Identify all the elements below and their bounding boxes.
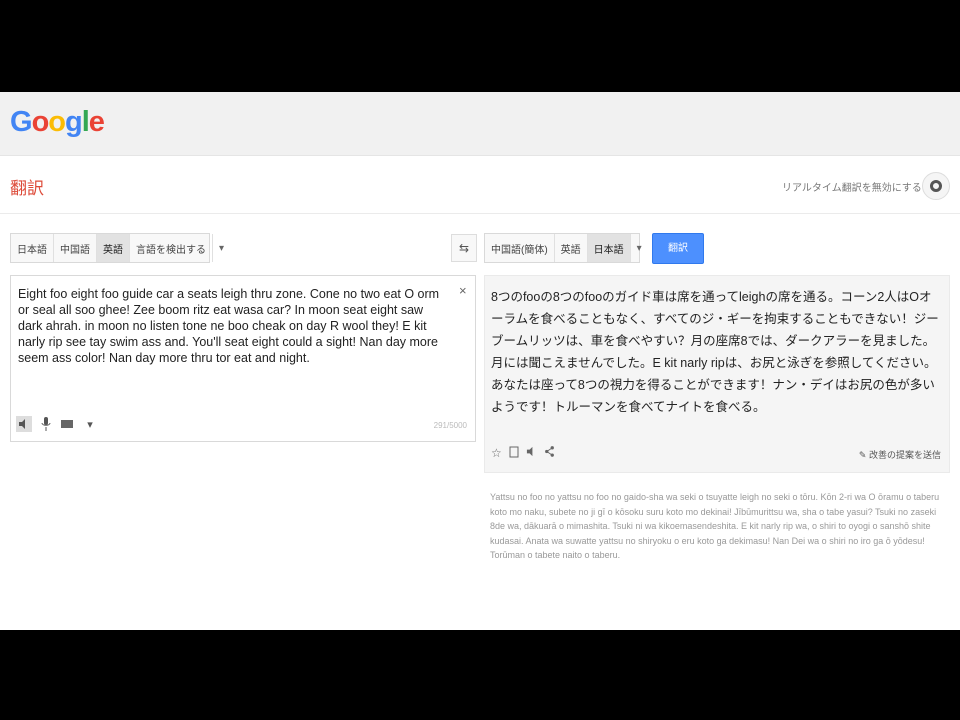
character-count: 291/5000: [433, 421, 467, 430]
translation-tools: ☆: [491, 446, 555, 461]
clear-text-icon[interactable]: ×: [459, 283, 467, 298]
google-logo[interactable]: Google: [10, 106, 105, 139]
logo-letter: o: [48, 106, 66, 138]
star-icon[interactable]: ☆: [491, 446, 502, 461]
pencil-icon: ✎: [858, 450, 867, 460]
suggest-edit-link[interactable]: ✎ 改善の提案を送信: [859, 448, 941, 461]
translate-button[interactable]: 翻訳: [652, 233, 704, 264]
listen-icon[interactable]: [526, 446, 537, 461]
target-language-bar: 中国語(簡体) 英語 日本語 ▾: [484, 233, 642, 263]
source-text-box[interactable]: Eight foo eight foo guide car a seats le…: [10, 275, 476, 442]
keyboard-dropdown-icon[interactable]: ▾: [82, 416, 98, 432]
letterbox-bottom: [0, 630, 960, 720]
source-language-bar: 日本語 中国語 英語 言語を検出する ▾: [10, 233, 224, 263]
translate-subbar: 翻訳 リアルタイム翻訳を無効にする: [0, 156, 960, 214]
logo-letter: l: [81, 106, 90, 138]
target-lang-english[interactable]: 英語: [555, 234, 588, 262]
copy-icon[interactable]: [509, 446, 519, 461]
source-lang-japanese[interactable]: 日本語: [11, 234, 54, 262]
settings-button[interactable]: [922, 172, 950, 200]
target-lang-chinese[interactable]: 中国語(簡体): [485, 234, 555, 262]
source-text[interactable]: Eight foo eight foo guide car a seats le…: [18, 286, 450, 366]
target-lang-japanese[interactable]: 日本語: [587, 234, 631, 262]
share-icon[interactable]: [544, 446, 555, 461]
source-lang-english[interactable]: 英語: [97, 234, 130, 262]
google-header: Google: [0, 92, 960, 156]
logo-letter: o: [31, 106, 50, 138]
logo-letter: g: [65, 106, 83, 138]
logo-letter: e: [88, 106, 105, 138]
realtime-toggle-link[interactable]: リアルタイム翻訳を無効にする: [782, 179, 922, 194]
target-lang-dropdown[interactable]: ▾: [631, 234, 648, 262]
source-lang-chinese[interactable]: 中国語: [54, 234, 97, 262]
gear-icon: [930, 180, 942, 192]
letterbox-top: [0, 0, 960, 92]
translation-result-box: 8つのfooの8つのfooのガイド車は席を通ってleighの席を通る。コーン2人…: [484, 275, 950, 473]
microphone-icon[interactable]: [38, 416, 54, 432]
source-tools: ▾: [16, 416, 98, 432]
suggest-edit-label: 改善の提案を送信: [868, 450, 941, 460]
romanization-text: Yattsu no foo no yattsu no foo no gaido-…: [490, 492, 940, 560]
keyboard-icon[interactable]: [60, 416, 76, 432]
source-lang-dropdown[interactable]: ▾: [213, 234, 230, 262]
swap-languages-button[interactable]: ⇆: [451, 234, 477, 262]
listen-icon[interactable]: [16, 416, 32, 432]
source-lang-detect[interactable]: 言語を検出する: [130, 234, 213, 262]
logo-letter: G: [10, 106, 33, 138]
page-title: 翻訳: [10, 179, 44, 198]
google-translate-page: Google 翻訳 リアルタイム翻訳を無効にする 日本語 中国語 英語 言語を検…: [0, 92, 960, 630]
translation-text: 8つのfooの8つのfooのガイド車は席を通ってleighの席を通る。コーン2人…: [491, 290, 939, 414]
